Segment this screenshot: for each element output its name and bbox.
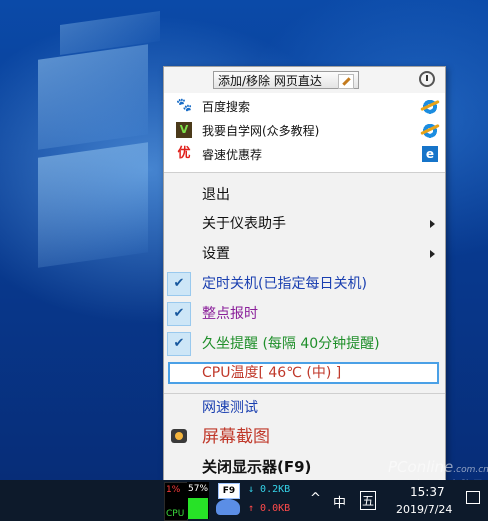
taskbar: 1% CPU 57% F9 ↓ 0.2KB ↑ 0.0KB ^ 中 五 15:3… [0, 480, 488, 521]
taskbar-date: 2019/7/24 [396, 503, 453, 516]
context-menu: 添加/移除 网页直达 🐾 百度搜索 V 我要自学网(众多教程) 优 睿速优惠荐 … [163, 66, 446, 483]
ie-icon[interactable] [422, 98, 438, 114]
submenu-arrow-icon [430, 220, 435, 228]
menu-item-label: 久坐提醒 (每隔 40分钟提醒) [202, 336, 380, 352]
quick-site-label: 百度搜索 [202, 100, 251, 114]
quick-site-woyaozixue[interactable]: V 我要自学网(众多教程) [168, 119, 441, 141]
menu-item-label: 定时关机(已指定每日关机) [202, 276, 367, 292]
cpu-label: CPU [166, 509, 185, 519]
menu-item-label: 关于仪表助手 [202, 216, 286, 232]
download-arrow-icon: ↓ [248, 484, 261, 495]
add-remove-sites-button[interactable]: 添加/移除 网页直达 [213, 71, 359, 89]
menu-item-label: 设置 [202, 246, 230, 262]
menu-item-label: 退出 [202, 187, 230, 203]
pconline-watermark: PConline.com.cn [388, 458, 488, 476]
camera-icon [171, 429, 187, 443]
menu-item-hourly-chime[interactable]: ✔ 整点报时 [164, 299, 445, 329]
menu-item-label: 关闭显示器(F9) [202, 458, 312, 476]
memory-level-bar [188, 498, 208, 519]
submenu-arrow-icon [430, 250, 435, 258]
quick-site-baidu[interactable]: 🐾 百度搜索 [168, 95, 441, 117]
baidu-paw-icon: 🐾 [176, 98, 193, 113]
checkmark-icon: ✔ [167, 272, 191, 296]
youhui-icon: 优 [177, 146, 191, 161]
quick-panel-header: 添加/移除 网页直达 [164, 67, 445, 93]
net-download-value: 0.2KB [260, 484, 291, 495]
menu-item-sedentary-reminder[interactable]: ✔ 久坐提醒 (每隔 40分钟提醒) [164, 329, 445, 359]
taskbar-time: 15:37 [410, 485, 445, 499]
ie-icon[interactable] [422, 122, 438, 138]
monitor-off-tray-button[interactable]: F9 [215, 483, 241, 517]
checkmark-icon: ✔ [167, 332, 191, 356]
edit-pen-icon [338, 74, 354, 89]
menu-spacer [164, 173, 445, 181]
ime-mode-indicator[interactable]: 五 [360, 491, 377, 510]
f9-key-icon: F9 [218, 483, 240, 499]
menu-item-about[interactable]: 关于仪表助手 [164, 209, 445, 239]
quick-sites-panel: 添加/移除 网页直达 🐾 百度搜索 V 我要自学网(众多教程) 优 睿速优惠荐 … [164, 67, 445, 173]
edge-icon[interactable]: e [422, 146, 438, 162]
net-upload-value: 0.0KB [260, 503, 291, 514]
ime-language-indicator[interactable]: 中 [333, 492, 346, 511]
quick-site-label: 我要自学网(众多教程) [202, 124, 320, 138]
action-center-icon[interactable] [466, 491, 480, 504]
clock-icon[interactable] [419, 71, 435, 87]
show-hidden-icons-chevron[interactable]: ^ [310, 491, 321, 506]
window-light-pane [38, 142, 148, 268]
cpu-monitor-widget[interactable]: 1% CPU [164, 482, 188, 521]
menu-item-label: 屏幕截图 [202, 427, 270, 447]
menu-item-cpu-temperature[interactable]: CPU温度[ 46℃ (中) ] [164, 359, 445, 387]
upload-arrow-icon: ↑ [248, 503, 261, 514]
menu-item-shutdown[interactable]: ✔ 定时关机(已指定每日关机) [164, 269, 445, 299]
memory-monitor-widget[interactable]: 57% [187, 482, 209, 519]
quick-site-label: 睿速优惠荐 [202, 148, 263, 162]
monitor-stand-icon [216, 499, 240, 515]
menu-item-label: CPU温度[ 46℃ (中) ] [202, 365, 342, 381]
menu-item-speed-test[interactable]: 网速测试 [164, 394, 445, 422]
woyaozixue-icon: V [176, 122, 192, 138]
memory-percent: 57% [188, 484, 209, 494]
menu-item-screenshot[interactable]: 屏幕截图 [164, 422, 445, 452]
net-upload: ↑ 0.0KB [248, 503, 290, 514]
menu-item-label: 整点报时 [202, 306, 258, 322]
checkmark-icon: ✔ [167, 302, 191, 326]
window-light-pane [38, 44, 148, 150]
add-remove-sites-label: 添加/移除 网页直达 [218, 74, 322, 88]
menu-item-label: 网速测试 [202, 400, 258, 416]
cpu-percent: 1% [166, 485, 181, 495]
quick-site-youhui[interactable]: 优 睿速优惠荐 e [168, 143, 441, 165]
menu-item-settings[interactable]: 设置 [164, 239, 445, 269]
menu-item-exit[interactable]: 退出 [164, 181, 445, 209]
net-download: ↓ 0.2KB [248, 484, 290, 495]
